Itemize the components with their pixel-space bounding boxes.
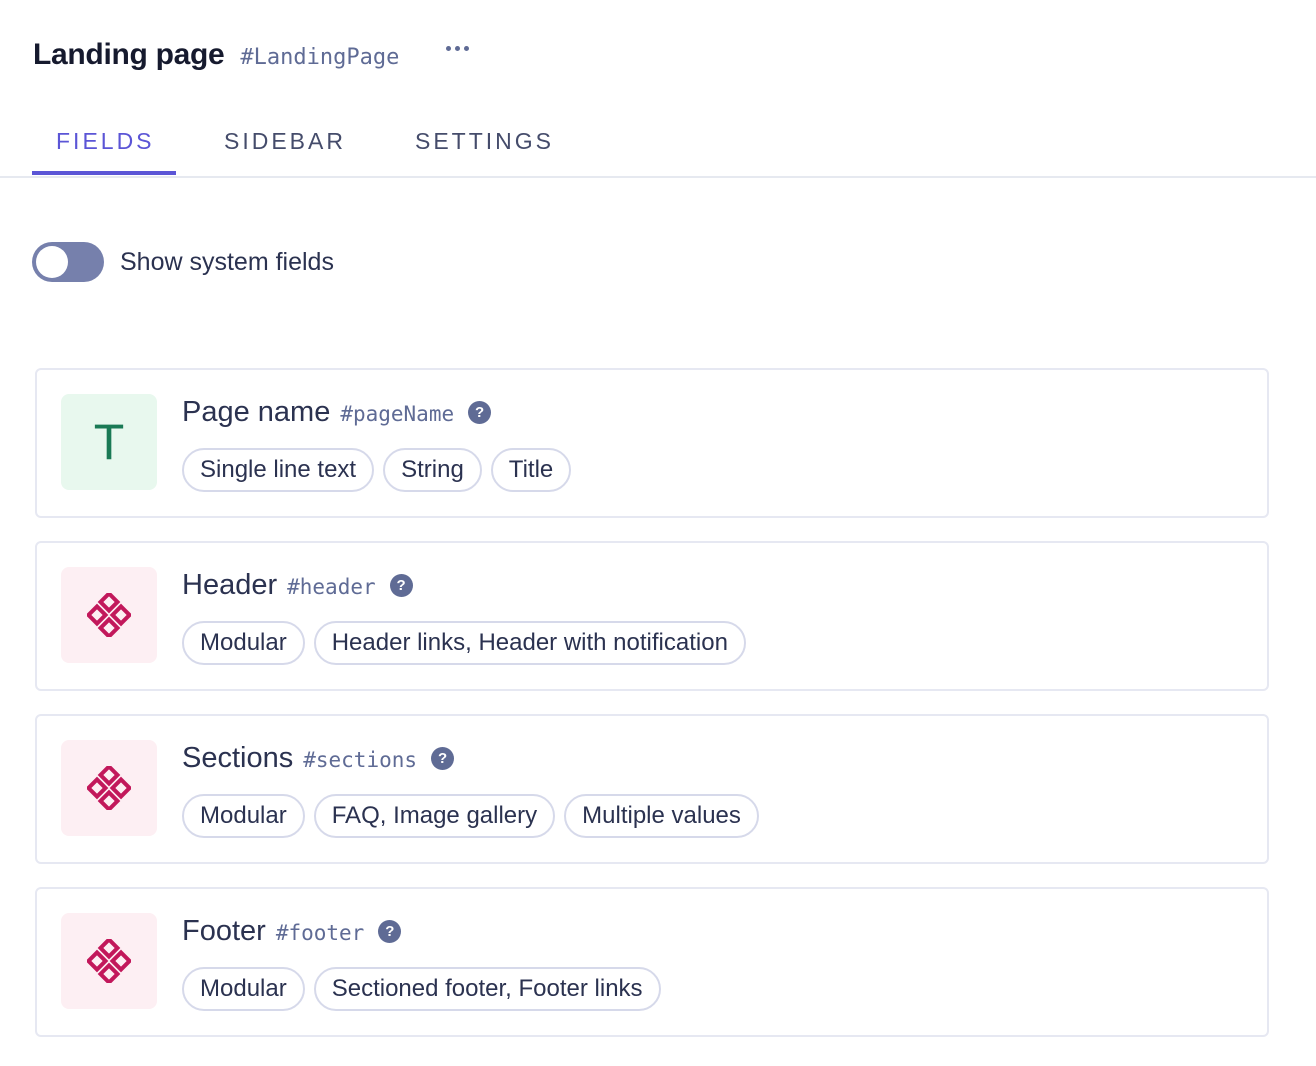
modular-content-icon xyxy=(61,740,157,836)
field-name: Sections xyxy=(182,742,294,774)
field-tag: Multiple values xyxy=(564,794,759,838)
field-card-page-name[interactable]: T Page name #pageName ? Single line text… xyxy=(35,368,1269,518)
page-api-key: #LandingPage xyxy=(240,45,400,70)
page-header: Landing page #LandingPage xyxy=(33,38,399,72)
field-card-footer[interactable]: Footer #footer ? Modular Sectioned foote… xyxy=(35,887,1269,1037)
system-fields-toggle-row: Show system fields xyxy=(32,242,334,282)
modular-diamonds-icon xyxy=(87,939,131,983)
modular-diamonds-icon xyxy=(87,766,131,810)
modular-content-icon xyxy=(61,567,157,663)
tab-settings[interactable]: SETTINGS xyxy=(415,128,554,155)
field-card-sections[interactable]: Sections #sections ? Modular FAQ, Image … xyxy=(35,714,1269,864)
more-dot xyxy=(455,46,460,51)
page-title: Landing page xyxy=(33,38,225,71)
field-api-key: #sections xyxy=(303,748,418,772)
text-field-glyph: T xyxy=(93,414,125,470)
help-icon[interactable]: ? xyxy=(378,920,402,943)
field-api-key: #footer xyxy=(275,921,365,945)
field-tag: Title xyxy=(490,448,572,492)
field-tag: Header links, Header with notification xyxy=(313,621,746,665)
help-icon[interactable]: ? xyxy=(389,574,413,597)
help-icon[interactable]: ? xyxy=(431,747,455,770)
modular-diamonds-icon xyxy=(87,593,131,637)
field-tag: Single line text xyxy=(182,448,375,492)
text-field-icon: T xyxy=(61,394,157,490)
modular-content-icon xyxy=(61,913,157,1009)
field-tag: Modular xyxy=(182,967,305,1011)
field-api-key: #pageName xyxy=(340,402,455,426)
more-horizontal-icon xyxy=(446,46,451,51)
field-tag: Modular xyxy=(182,621,305,665)
tab-fields[interactable]: FIELDS xyxy=(56,128,155,155)
field-tag: Modular xyxy=(182,794,305,838)
tab-bar: FIELDS SIDEBAR SETTINGS xyxy=(0,118,1316,178)
active-tab-indicator xyxy=(32,171,176,175)
show-system-fields-toggle[interactable] xyxy=(32,242,104,282)
show-system-fields-label: Show system fields xyxy=(120,247,334,276)
field-card-header[interactable]: Header #header ? Modular Header links, H… xyxy=(35,541,1269,691)
field-name: Header xyxy=(182,569,278,601)
field-name: Footer xyxy=(182,915,266,947)
toggle-knob xyxy=(36,246,68,278)
more-options-button[interactable] xyxy=(443,38,473,58)
tab-sidebar[interactable]: SIDEBAR xyxy=(224,128,346,155)
help-icon[interactable]: ? xyxy=(468,401,492,424)
field-tag: FAQ, Image gallery xyxy=(313,794,556,838)
field-tag: String xyxy=(383,448,482,492)
field-api-key: #header xyxy=(287,575,376,599)
field-name: Page name xyxy=(182,396,331,428)
field-tag: Sectioned footer, Footer links xyxy=(313,967,661,1011)
more-dot xyxy=(464,46,469,51)
